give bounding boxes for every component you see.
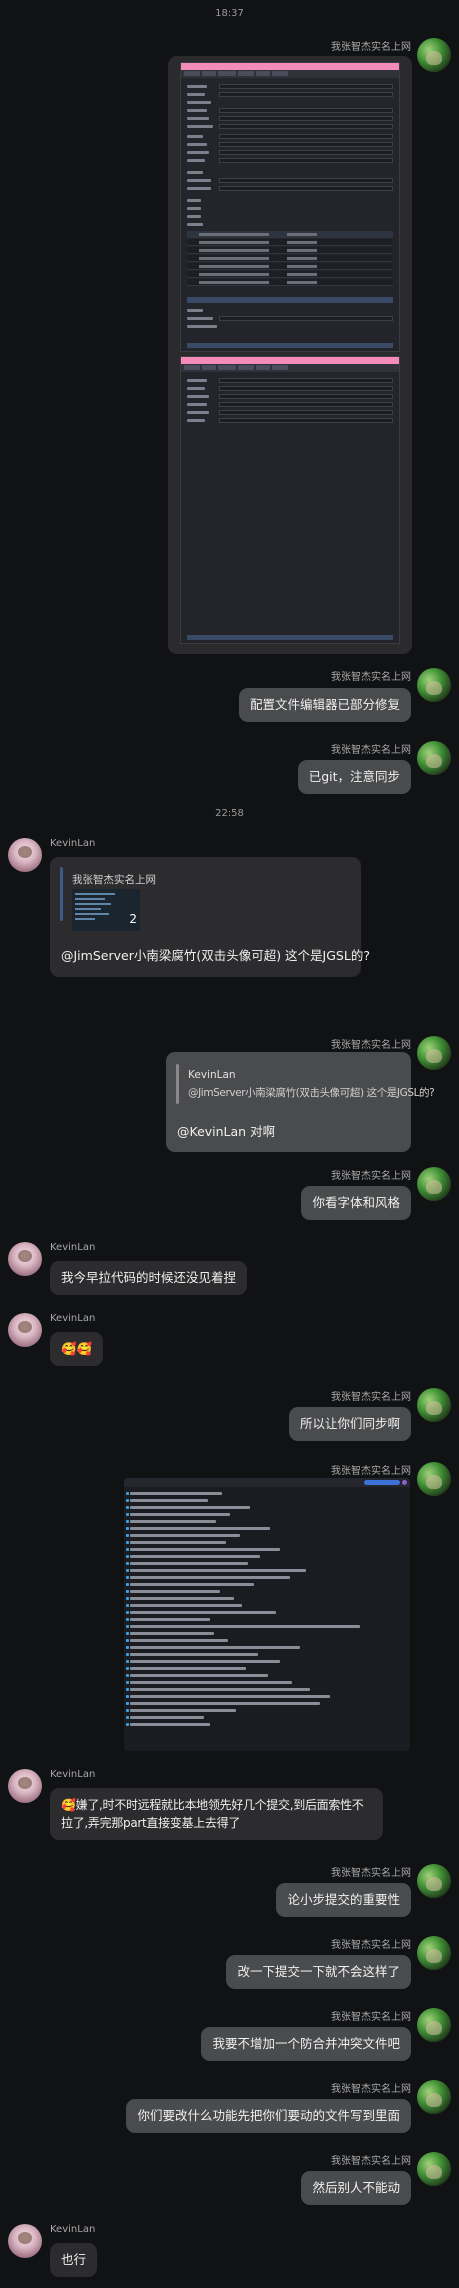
avatar-self[interactable]: [417, 1388, 451, 1422]
message-bubble-with-quote[interactable]: KevinLan @JimServer小南梁腐竹(双击头像可超) 这个是JGSL…: [166, 1052, 435, 1152]
message-bubble[interactable]: 你们要改什么功能先把你们要动的文件写到里面: [126, 2099, 411, 2133]
avatar-self[interactable]: [417, 2008, 451, 2042]
sender-name: 我张智杰实名上网: [331, 745, 411, 756]
sender-name: 我张智杰实名上网: [331, 1868, 411, 1879]
message-bubble[interactable]: 也行: [50, 2243, 98, 2277]
message-bubble[interactable]: 改一下提交一下就不会这样了: [226, 1955, 411, 1989]
sender-name: KevinLan: [50, 1242, 96, 1253]
message-bubble[interactable]: 已git，注意同步: [297, 760, 411, 794]
image-message-log-screenshot[interactable]: [124, 1478, 410, 1751]
image-message-editor-screenshot[interactable]: [168, 56, 412, 654]
sender-name: KevinLan: [50, 2224, 96, 2235]
avatar-self[interactable]: [417, 2152, 451, 2186]
avatar-self[interactable]: [417, 1462, 451, 1496]
avatar-self[interactable]: [417, 668, 451, 702]
avatar-other[interactable]: [8, 1769, 42, 1803]
message-bubble[interactable]: 然后别人不能动: [301, 2171, 411, 2205]
sender-name: KevinLan: [50, 1769, 96, 1780]
message-bubble[interactable]: 你看字体和风格: [301, 1186, 411, 1220]
sender-name: 我张智杰实名上网: [331, 2156, 411, 2167]
sender-name: KevinLan: [50, 1313, 96, 1324]
avatar-self[interactable]: [417, 38, 451, 72]
quote-image-thumbnail[interactable]: 2: [72, 889, 140, 931]
message-bubble[interactable]: 我今早拉代码的时候还没见着捏: [50, 1261, 248, 1295]
sender-name: 我张智杰实名上网: [331, 2084, 411, 2095]
message-text: @JimServer小南梁腐竹(双击头像可超) 这个是JGSL的?: [61, 948, 370, 963]
message-bubble[interactable]: 论小步提交的重要性: [276, 1883, 411, 1917]
avatar-self[interactable]: [417, 741, 451, 775]
sender-name: KevinLan: [50, 838, 96, 849]
quote-bar: [176, 1064, 179, 1104]
quote-author: KevinLan: [188, 1069, 236, 1081]
avatar-self[interactable]: [417, 1936, 451, 1970]
message-text-line: 拉了,弄完那part直接变基上去得了: [61, 1816, 241, 1830]
message-text-line: 🥰嫌了,时不时远程就比本地领先好几个提交,到后面索性不: [61, 1798, 364, 1812]
avatar-self[interactable]: [417, 1864, 451, 1898]
message-bubble[interactable]: 我要不增加一个防合并冲突文件吧: [201, 2027, 411, 2061]
sender-name: 我张智杰实名上网: [331, 1040, 411, 1051]
sender-name: 我张智杰实名上网: [331, 1392, 411, 1403]
avatar-other[interactable]: [8, 1242, 42, 1276]
avatar-self[interactable]: [417, 1036, 451, 1070]
avatar-other[interactable]: [8, 2224, 42, 2258]
message-bubble[interactable]: 配置文件编辑器已部分修复: [238, 688, 411, 722]
quote-text: @JimServer小南梁腐竹(双击头像可超) 这个是JGSL的?: [188, 1087, 435, 1099]
message-bubble[interactable]: 🥰嫌了,时不时远程就比本地领先好几个提交,到后面索性不 拉了,弄完那part直接…: [50, 1788, 383, 1840]
timestamp-divider: 22:58: [215, 808, 244, 819]
avatar-other[interactable]: [8, 838, 42, 872]
sender-name: 我张智杰实名上网: [331, 2012, 411, 2023]
avatar-other[interactable]: [8, 1313, 42, 1347]
quote-bar: [60, 867, 63, 921]
timestamp-top: 18:37: [215, 8, 244, 19]
image-count-badge: 2: [129, 912, 137, 926]
message-bubble[interactable]: 🥰🥰: [50, 1332, 104, 1366]
message-bubble[interactable]: 所以让你们同步啊: [288, 1407, 411, 1441]
sender-name: 我张智杰实名上网: [331, 1466, 411, 1477]
message-bubble-with-quote[interactable]: 我张智杰实名上网 2 @JimServer小南梁腐竹(双击头像可超) 这个是JG…: [50, 857, 370, 977]
sender-name: 我张智杰实名上网: [331, 1940, 411, 1951]
editor-window-screenshot-2: [180, 356, 400, 644]
avatar-self[interactable]: [417, 2080, 451, 2114]
quote-author: 我张智杰实名上网: [72, 874, 156, 886]
sender-name: 我张智杰实名上网: [331, 42, 411, 53]
editor-window-screenshot: [180, 62, 400, 352]
message-text: @KevinLan 对啊: [177, 1124, 276, 1139]
sender-name: 我张智杰实名上网: [331, 1171, 411, 1182]
avatar-self[interactable]: [417, 1167, 451, 1201]
sender-name: 我张智杰实名上网: [331, 672, 411, 683]
